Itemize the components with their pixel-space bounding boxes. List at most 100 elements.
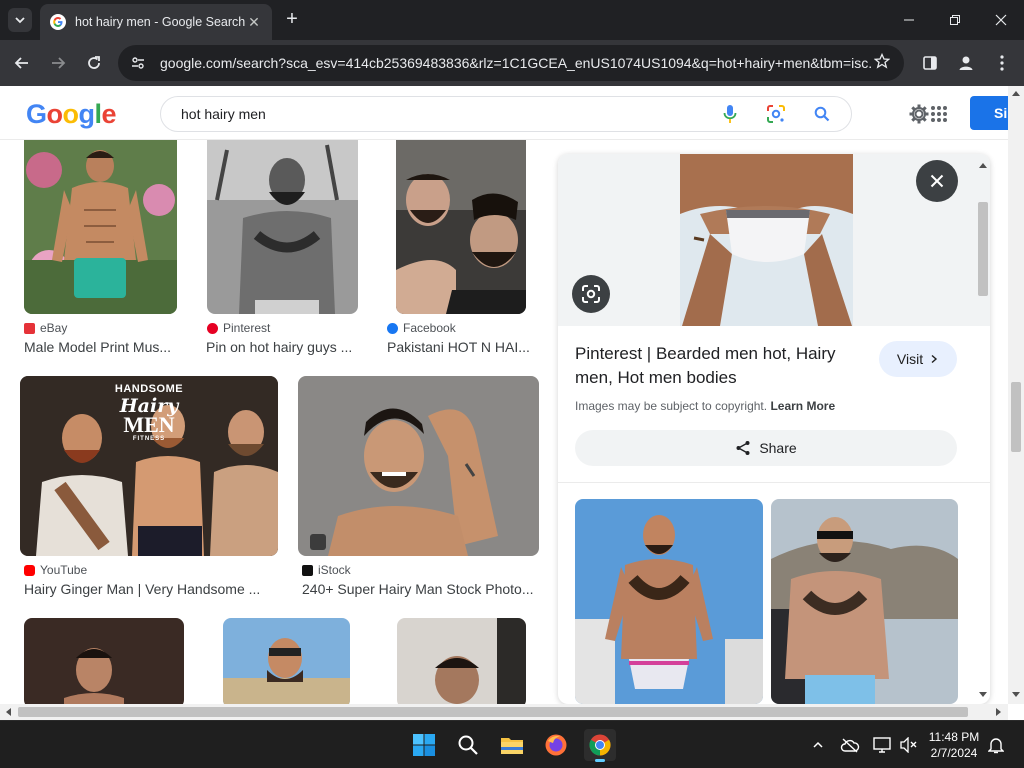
system-clock[interactable]: 11:48 PM 2/7/2024 — [924, 729, 984, 761]
result-thumbnail[interactable] — [396, 140, 526, 314]
back-button[interactable] — [10, 51, 34, 75]
visit-button[interactable]: Visit — [879, 341, 957, 377]
preview-image[interactable] — [680, 154, 853, 326]
bookmark-star-icon[interactable] — [872, 52, 892, 74]
side-panel-icon — [923, 56, 937, 70]
google-header: Google hot hairy men Si — [0, 86, 1020, 140]
windows-logo-icon — [413, 734, 435, 756]
related-image[interactable] — [575, 499, 763, 704]
taskbar-search-button[interactable] — [452, 729, 484, 761]
notifications-button[interactable] — [986, 735, 1006, 755]
bell-icon — [988, 738, 1004, 754]
result-thumbnail[interactable]: HANDSOME Hairy MEN FITNESS — [20, 376, 278, 556]
search-icon[interactable] — [811, 103, 833, 125]
result-source: iStock — [302, 563, 351, 577]
chevron-down-icon — [15, 17, 25, 24]
apps-grid-icon[interactable] — [930, 105, 948, 123]
windows-taskbar: 11:48 PM 2/7/2024 — [0, 720, 1024, 768]
site-info-icon[interactable] — [130, 55, 146, 71]
clock-date: 2/7/2024 — [930, 746, 978, 760]
preview-scrollbar[interactable] — [976, 160, 990, 700]
forward-button[interactable] — [46, 51, 70, 75]
cloud-off-icon — [840, 738, 860, 753]
copyright-notice: Images may be subject to copyright. Lear… — [575, 399, 836, 413]
show-hidden-icons-button[interactable] — [808, 735, 828, 755]
share-icon — [736, 441, 750, 455]
microphone-icon[interactable] — [719, 103, 741, 125]
search-icon — [458, 735, 478, 755]
result-title[interactable]: Pin on hot hairy guys ... — [206, 339, 356, 355]
chevron-right-icon — [931, 354, 938, 364]
file-explorer-button[interactable] — [496, 729, 528, 761]
result-title[interactable]: 240+ Super Hairy Man Stock Photo... — [302, 581, 538, 597]
chevron-up-icon — [813, 741, 823, 748]
more-vert-icon — [1000, 55, 1004, 71]
result-source: YouTube — [24, 563, 87, 577]
visual-search-button[interactable] — [572, 275, 610, 313]
clock-time: 11:48 PM — [928, 730, 980, 744]
folder-icon — [501, 738, 523, 754]
tab-search-button[interactable] — [8, 8, 32, 32]
related-image[interactable] — [771, 499, 958, 704]
minimize-button[interactable] — [894, 8, 924, 32]
restore-button[interactable] — [940, 8, 970, 32]
learn-more-link[interactable]: Learn More — [770, 399, 835, 413]
image-results-grid: eBay Male Model Print Mus... Pinterest P… — [0, 140, 548, 704]
result-thumbnail[interactable] — [207, 140, 358, 314]
browser-toolbar: google.com/search?sca_esv=414cb253694838… — [0, 40, 1024, 86]
volume-button[interactable] — [898, 735, 918, 755]
browser-menu-button[interactable] — [990, 51, 1014, 75]
volume-muted-icon — [900, 737, 917, 753]
page-horizontal-scrollbar[interactable] — [0, 704, 1008, 720]
reload-button[interactable] — [82, 51, 106, 75]
ebay-icon — [24, 322, 35, 334]
page-vertical-scrollbar[interactable] — [1008, 86, 1024, 704]
thumbnail-overlay-text: HANDSOME Hairy MEN FITNESS — [114, 383, 184, 443]
preview-title[interactable]: Pinterest | Bearded men hot, Hairy men, … — [575, 342, 875, 390]
share-button[interactable]: Share — [575, 430, 957, 466]
side-panel-button[interactable] — [918, 51, 942, 75]
result-title[interactable]: Hairy Ginger Man | Very Handsome ... — [24, 581, 274, 597]
result-source: eBay — [24, 321, 67, 335]
reload-icon — [88, 56, 100, 69]
restore-icon — [950, 15, 960, 25]
result-thumbnail[interactable] — [298, 376, 539, 556]
tray-cloud-button[interactable] — [840, 735, 860, 755]
result-source: Facebook — [387, 321, 456, 335]
result-thumbnail[interactable] — [24, 140, 177, 314]
profile-button[interactable] — [954, 51, 978, 75]
google-lens-icon[interactable] — [765, 103, 787, 125]
network-icon — [873, 737, 891, 753]
result-thumbnail[interactable] — [24, 618, 184, 704]
gear-icon[interactable] — [908, 103, 930, 125]
search-query-text[interactable]: hot hairy men — [181, 106, 695, 122]
close-preview-button[interactable] — [916, 160, 958, 202]
image-badge-icon — [310, 534, 326, 550]
address-bar[interactable]: google.com/search?sca_esv=414cb253694838… — [118, 45, 904, 81]
tab-close-icon[interactable]: ✕ — [246, 14, 262, 31]
active-indicator — [595, 759, 605, 762]
image-preview-panel: Pinterest | Bearded men hot, Hairy men, … — [558, 154, 990, 704]
google-favicon-icon — [50, 14, 66, 30]
browser-tab-active[interactable]: hot hairy men - Google Search ✕ — [40, 4, 272, 40]
close-icon — [995, 14, 1007, 26]
google-logo[interactable]: Google — [26, 99, 117, 130]
search-input[interactable]: hot hairy men — [160, 96, 852, 132]
result-thumbnail[interactable] — [223, 618, 350, 704]
result-title[interactable]: Pakistani HOT N HAI... — [387, 339, 531, 355]
start-button[interactable] — [408, 729, 440, 761]
google-lens-icon — [582, 285, 600, 303]
chrome-icon — [589, 734, 611, 756]
panel-divider — [558, 482, 990, 483]
pinterest-icon — [207, 322, 218, 334]
result-title[interactable]: Male Model Print Mus... — [24, 339, 180, 355]
network-button[interactable] — [872, 735, 892, 755]
new-tab-button[interactable]: + — [282, 9, 302, 31]
close-icon — [930, 174, 944, 188]
close-window-button[interactable] — [986, 8, 1016, 32]
url-text: google.com/search?sca_esv=414cb253694838… — [160, 55, 872, 71]
youtube-icon — [24, 564, 35, 576]
chrome-button[interactable] — [584, 729, 616, 762]
result-thumbnail[interactable] — [397, 618, 526, 704]
firefox-button[interactable] — [540, 729, 572, 761]
